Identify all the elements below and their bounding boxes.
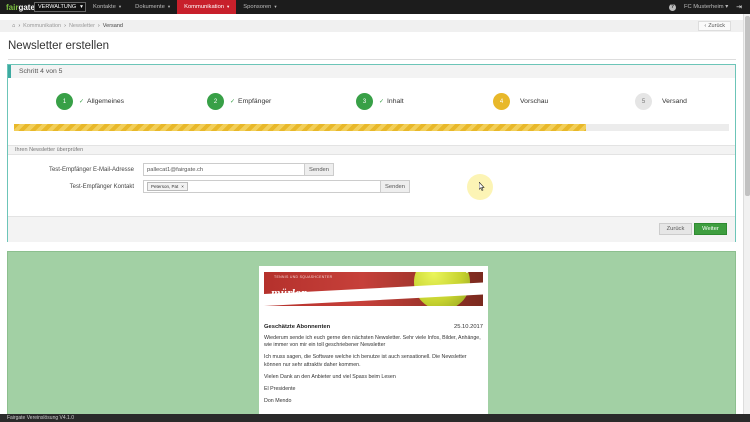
- step-label: Allgemeines: [87, 98, 125, 105]
- step-number: 5: [635, 93, 652, 110]
- send-test-email-button[interactable]: Senden: [305, 163, 334, 176]
- banner-subtitle: TENNIS UND SQUASHCENTER: [274, 275, 333, 279]
- step-empfaenger[interactable]: 2 ✓ Empfänger: [207, 93, 271, 110]
- progress-fill: [14, 124, 586, 131]
- step-vorschau[interactable]: 4 Vorschau: [493, 93, 548, 110]
- next-button[interactable]: Weiter: [694, 223, 727, 235]
- module-select[interactable]: VERWALTUNG ▾: [34, 2, 86, 12]
- mail-paragraph: Don Mendo: [264, 398, 292, 405]
- chevron-down-icon: ▾: [167, 4, 171, 9]
- wizard-footer: Zurück Weiter: [8, 216, 735, 242]
- breadcrumb-kommunikation[interactable]: Kommunikation: [23, 23, 61, 29]
- close-icon[interactable]: ×: [181, 184, 184, 189]
- test-contact-input[interactable]: Peterson, Pat ×: [143, 180, 381, 193]
- step-number: 3: [356, 93, 373, 110]
- wizard-progress-bar: [14, 124, 729, 131]
- back-button-top[interactable]: ‹ Zurück: [698, 21, 731, 31]
- step-number: 2: [207, 93, 224, 110]
- chevron-down-icon: ▾: [227, 4, 230, 9]
- send-test-contact-button[interactable]: Senden: [381, 180, 410, 193]
- step-label: Vorschau: [520, 98, 549, 105]
- divider: [8, 59, 736, 60]
- page-scrollbar[interactable]: [743, 14, 750, 414]
- arrow-left-icon: ‹: [704, 23, 707, 29]
- test-email-row: Test-Empfänger E-Mail-Adresse pallecat1@…: [8, 163, 334, 176]
- scrollbar-thumb[interactable]: [745, 16, 750, 196]
- mail-paragraph: El Presidente: [264, 386, 296, 393]
- test-email-label: Test-Empfänger E-Mail-Adresse: [48, 166, 134, 173]
- app-footer: Fairgate Vereinslösung V4.1.0: [0, 414, 750, 422]
- wizard-panel: Schritt 4 von 5 1 ✓ Allgemeines 2 ✓ Empf…: [7, 64, 736, 242]
- mail-paragraph: Vielen Dank an den Anbieter und viel Spa…: [264, 373, 396, 380]
- step-number: 1: [56, 93, 73, 110]
- nav-item-kommunikation[interactable]: Kommunikation ▾: [177, 0, 237, 14]
- wizard-steps: 1 ✓ Allgemeines 2 ✓ Empfänger 3 ✓ Inhalt…: [8, 78, 735, 124]
- test-email-input[interactable]: pallecat1@fairgate.ch: [143, 163, 305, 176]
- chevron-down-icon: ▾: [274, 4, 277, 9]
- contact-tag[interactable]: Peterson, Pat ×: [147, 182, 188, 191]
- nav-item-kontakte[interactable]: Kontakte ▾: [86, 0, 128, 14]
- home-icon[interactable]: ⌂: [12, 23, 15, 29]
- step-inhalt[interactable]: 3 ✓ Inhalt: [356, 93, 404, 110]
- breadcrumb-newsletter[interactable]: Newsletter: [69, 23, 95, 29]
- mail-greeting: Geschätzte Abonnenten: [264, 324, 331, 330]
- newsletter-mail: TENNIS UND SQUASHCENTER mürlen Geschätzt…: [259, 266, 488, 422]
- question-icon[interactable]: ?: [668, 3, 676, 11]
- breadcrumb: ⌂ › Kommunikation › Newsletter › Versand…: [0, 20, 743, 32]
- chevron-down-icon: ▾: [118, 4, 122, 9]
- step-label: Empfänger: [238, 98, 272, 105]
- club-switcher[interactable]: FC Musterheim ▾: [684, 4, 728, 10]
- chevron-down-icon: ▾: [80, 4, 83, 10]
- step-number: 4: [493, 93, 510, 110]
- step-label: Inhalt: [387, 98, 404, 105]
- step-label: Versand: [662, 98, 687, 105]
- back-button[interactable]: Zurück: [659, 223, 692, 235]
- nav-item-sponsoren[interactable]: Sponsoren ▾: [236, 0, 283, 14]
- page-title: Newsletter erstellen: [8, 40, 109, 52]
- review-heading: Ihren Newsletter überprüfen: [8, 145, 735, 155]
- step-allgemeines[interactable]: 1 ✓ Allgemeines: [56, 93, 124, 110]
- fairgate-logo[interactable]: fairgate: [6, 3, 35, 12]
- module-select-value: VERWALTUNG: [38, 4, 77, 10]
- mail-paragraph: Wiederum sende ich euch gerne den nächst…: [264, 335, 481, 349]
- mouse-cursor-icon: [479, 182, 485, 191]
- banner-logo: mürlen: [271, 289, 308, 299]
- nav-item-dokumente[interactable]: Dokumente ▾: [128, 0, 177, 14]
- top-navbar: fairgate VERWALTUNG ▾ Kontakte ▾ Dokument…: [0, 0, 750, 14]
- test-contact-row: Test-Empfänger Kontakt Peterson, Pat × S…: [8, 180, 410, 193]
- check-icon: ✓: [79, 99, 85, 105]
- check-icon: ✓: [379, 99, 385, 105]
- breadcrumb-current: Versand: [102, 23, 123, 29]
- mail-date: 25.10.2017: [453, 324, 483, 330]
- mail-paragraph: Ich muss sagen, die Software welche ich …: [264, 354, 467, 368]
- step-indicator: Schritt 4 von 5: [8, 65, 735, 78]
- sign-out-icon[interactable]: ⇥: [736, 3, 742, 11]
- step-versand[interactable]: 5 Versand: [635, 93, 687, 110]
- newsletter-preview: TENNIS UND SQUASHCENTER mürlen Geschätzt…: [7, 251, 736, 422]
- test-contact-label: Test-Empfänger Kontakt: [69, 183, 134, 190]
- newsletter-banner: TENNIS UND SQUASHCENTER mürlen: [264, 272, 483, 306]
- chevron-down-icon: ▾: [725, 4, 729, 10]
- check-icon: ✓: [230, 99, 236, 105]
